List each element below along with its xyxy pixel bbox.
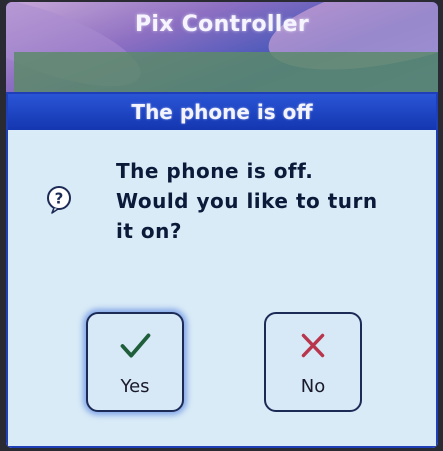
message-line: Would you like to turn [116,189,378,213]
alert-dialog: The phone is off ? The phone is off. Wou… [6,92,438,448]
checkmark-icon [120,333,151,358]
yes-button[interactable]: Yes [86,312,184,412]
app-title: Pix Controller [135,12,309,37]
yes-button-label: Yes [120,376,150,397]
svg-text:?: ? [55,190,64,208]
no-button[interactable]: No [264,312,362,412]
dialog-message: The phone is off. Would you like to turn… [116,156,426,246]
no-button-label: No [300,376,326,397]
message-line: The phone is off. [116,159,314,183]
dialog-title: The phone is off [8,94,436,130]
x-mark-icon [301,333,325,358]
device-screen: Pix Controller The phone is off ? The ph… [6,2,438,448]
app-content-band [14,52,438,92]
help-question-icon: ? [47,186,71,214]
message-line: it on? [116,219,182,243]
